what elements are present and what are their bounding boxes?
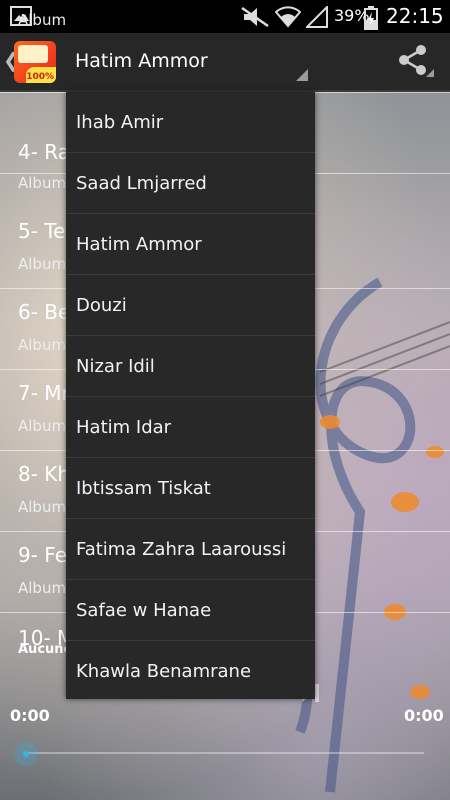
dropdown-item[interactable]: Ihab Amir (66, 92, 315, 153)
dropdown-item-label: Khawla Benamrane (76, 660, 252, 682)
dropdown-item[interactable]: Safae w Hanae (66, 580, 315, 641)
dropdown-item-label: Saad Lmjarred (76, 172, 207, 194)
dropdown-item-label: Fatima Zahra Laaroussi (76, 538, 287, 560)
song-title: 4- Ra (18, 140, 71, 164)
dropdown-item[interactable]: Nizar Idil (66, 336, 315, 397)
dropdown-item[interactable]: Douzi (66, 275, 315, 336)
song-title: 6- Be (18, 300, 71, 324)
seek-bar[interactable] (26, 752, 424, 754)
dropdown-item-label: Safae w Hanae (76, 599, 212, 621)
dropdown-item-label: Hatim Idar (76, 416, 172, 438)
seek-thumb[interactable] (14, 742, 38, 766)
elapsed-time: 0:00 (10, 706, 50, 725)
song-subtitle: Album (18, 255, 67, 273)
song-title: 9- Fe (18, 543, 68, 567)
song-subtitle: Album (18, 11, 67, 29)
dropdown-item[interactable]: Hatim Ammor (66, 214, 315, 275)
dropdown-item[interactable]: Hatim Idar (66, 397, 315, 458)
total-time: 0:00 (404, 706, 444, 725)
dropdown-item[interactable]: Khawla Benamrane (66, 641, 315, 701)
song-subtitle: Album (18, 417, 67, 435)
dropdown-item[interactable]: Saad Lmjarred (66, 153, 315, 214)
dropdown-item-label: Ibtissam Tiskat (76, 477, 211, 499)
list-item[interactable]: Album (0, 11, 450, 93)
song-subtitle: Album (18, 174, 67, 192)
dropdown-item-label: Douzi (76, 294, 127, 316)
artist-dropdown: Ihab Amir Saad Lmjarred Hatim Ammor Douz… (66, 92, 315, 699)
dropdown-item-label: Nizar Idil (76, 355, 155, 377)
song-title: 8- Kh (18, 462, 71, 486)
song-subtitle: Album (18, 336, 67, 354)
now-playing-artist: Aucune (18, 642, 73, 657)
dropdown-item-label: Hatim Ammor (76, 233, 202, 255)
dropdown-item[interactable]: Fatima Zahra Laaroussi (66, 519, 315, 580)
song-title: 7- Mr (18, 381, 70, 405)
dropdown-item-label: Ihab Amir (76, 111, 164, 133)
dropdown-item[interactable]: Ibtissam Tiskat (66, 458, 315, 519)
song-subtitle: Album (18, 579, 67, 597)
song-subtitle: Album (18, 498, 67, 516)
song-title: 5- Te (18, 219, 66, 243)
